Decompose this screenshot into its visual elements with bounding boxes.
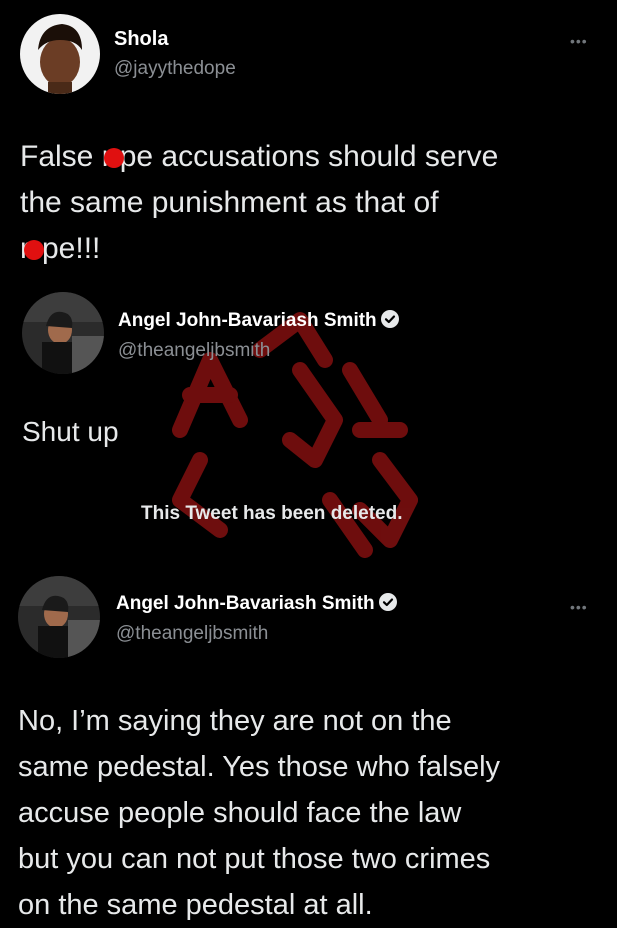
avatar[interactable] [18, 576, 100, 658]
avatar[interactable] [22, 292, 104, 374]
tweet-text-part: pe!!! [42, 232, 101, 265]
redaction-mark [24, 240, 44, 261]
tweet-text-line: No, I’m saying they are not on the [18, 705, 452, 737]
tweet-reply[interactable]: Angel John-Bavariash Smith @theangeljbsm… [0, 290, 617, 470]
tweet-text: False r pe accusations should serve the s… [20, 134, 610, 272]
more-options-icon[interactable]: ••• [570, 34, 588, 48]
display-name[interactable]: Angel John-Bavariash Smith [118, 309, 399, 332]
user-handle[interactable]: @theangeljbsmith [118, 340, 270, 362]
display-name-text[interactable]: Angel John-Bavariash Smith [116, 593, 375, 614]
avatar[interactable] [20, 14, 100, 94]
deleted-tweet-notice: This Tweet has been deleted. [141, 503, 403, 524]
tweet-text-line: same pedestal. Yes those who falsely [18, 751, 501, 783]
display-name-text[interactable]: Angel John-Bavariash Smith [118, 310, 377, 331]
tweet-text-line: accuse people should face the law [18, 797, 462, 829]
user-handle[interactable]: @jayythedope [114, 58, 236, 80]
more-options-icon[interactable]: ••• [570, 600, 588, 614]
tweet-text-line: on the same pedestal at all. [18, 889, 373, 921]
tweet-text: Shut up [22, 416, 119, 447]
redaction-mark [103, 148, 124, 169]
tweet-reply[interactable]: Angel John-Bavariash Smith @theangeljbsm… [0, 570, 617, 923]
user-handle[interactable]: @theangeljbsmith [116, 623, 268, 645]
tweet-text-part: pe accusations should serve [119, 140, 499, 173]
tweet-text-line: but you can not put those two crimes [18, 843, 491, 875]
verified-badge-icon [380, 309, 399, 328]
display-name[interactable]: Angel John-Bavariash Smith [116, 592, 397, 615]
tweet-text-line: the same punishment as that of [20, 186, 439, 219]
tweet-original[interactable]: Shola @jayythedope ••• False r pe accusat… [0, 0, 617, 290]
display-name[interactable]: Shola [114, 28, 168, 51]
verified-badge-icon [378, 592, 397, 611]
tweet-text: No, I’m saying they are not on the same … [18, 698, 613, 928]
tweet-text-part: False r [20, 140, 112, 173]
